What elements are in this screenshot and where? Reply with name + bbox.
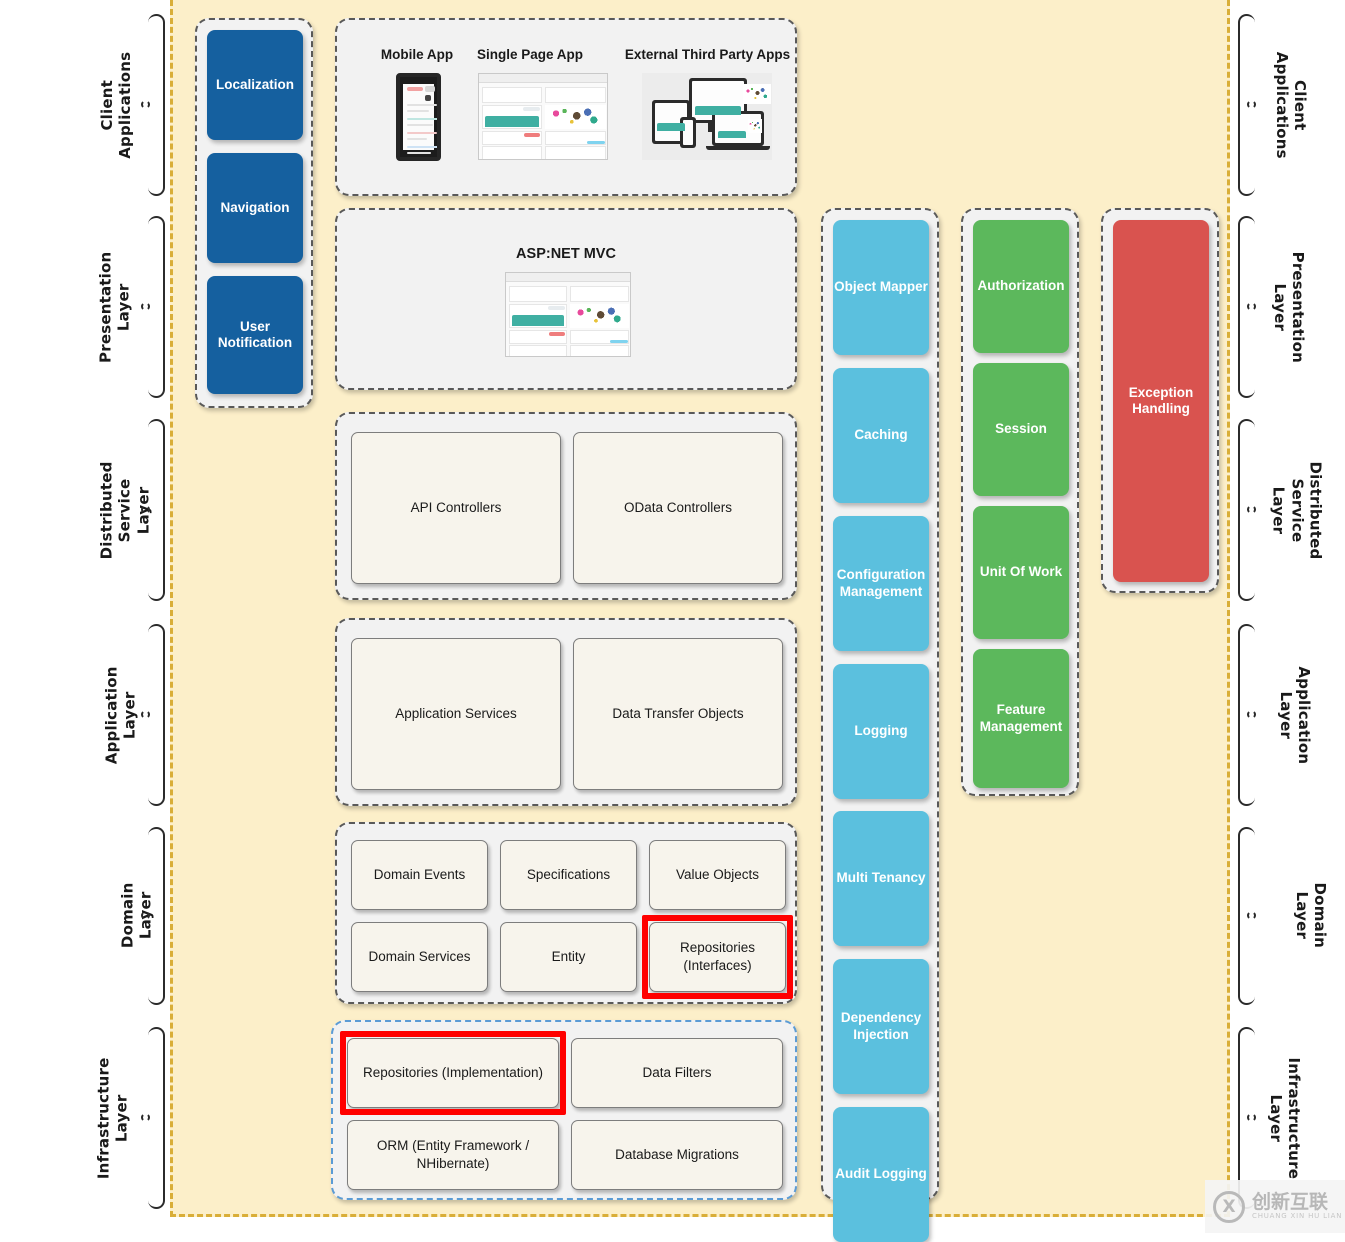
right-label-application-layer-text: Application Layer (1277, 666, 1314, 764)
left-label-application-layer-text: Application Layer (102, 666, 140, 764)
tile-configuration-management[interactable]: Configuration Management (833, 516, 929, 651)
left-brace-client-applications (148, 14, 165, 196)
watermark-pinyin-text: CHUANG XIN HU LIAN (1252, 1212, 1343, 1221)
watermark-logo-icon: X (1213, 1190, 1245, 1223)
right-label-infrastructure-layer-text: Infrastructure Layer (1267, 1057, 1304, 1179)
tile-authorization[interactable]: Authorization (973, 220, 1069, 353)
exception-handling-group: Exception Handling (1101, 208, 1219, 593)
tile-caching[interactable]: Caching (833, 368, 929, 503)
right-label-presentation-layer-text: Presentation Layer (1270, 251, 1307, 363)
left-brace-nub-presentation-layer (141, 302, 150, 311)
right-label-distributed-service-layer: Distributed Service Layer (1256, 415, 1345, 605)
box-orm[interactable]: ORM (Entity Framework / NHibernate) (347, 1120, 559, 1190)
box-value-objects[interactable]: Value Objects (649, 840, 786, 910)
left-label-client-applications-text: Client Applications (98, 51, 135, 159)
right-brace-nub-domain-layer (1247, 911, 1256, 920)
left-brace-domain-layer (148, 827, 165, 1005)
left-brace-nub-application-layer (141, 710, 150, 719)
right-brace-nub-presentation-layer (1247, 302, 1256, 311)
left-brace-nub-distributed-service-layer (141, 505, 150, 514)
box-domain-services[interactable]: Domain Services (351, 922, 488, 992)
right-brace-nub-distributed-service-layer (1247, 505, 1256, 514)
domain-layer-group: Domain Events Specifications Value Objec… (335, 822, 797, 1004)
box-data-transfer-objects[interactable]: Data Transfer Objects (573, 638, 783, 790)
site-watermark: X 创新互联 CHUANG XIN HU LIAN (1205, 1180, 1345, 1233)
right-brace-nub-infrastructure-layer (1247, 1113, 1256, 1122)
box-repositories-implementation[interactable]: Repositories (Implementation) (347, 1038, 559, 1108)
tile-exception-handling[interactable]: Exception Handling (1113, 220, 1209, 582)
left-brace-distributed-service-layer (148, 419, 165, 601)
tile-object-mapper[interactable]: Object Mapper (833, 220, 929, 355)
left-brace-nub-client-applications (141, 100, 150, 109)
tile-unit-of-work[interactable]: Unit Of Work (973, 506, 1069, 639)
box-data-filters[interactable]: Data Filters (571, 1038, 783, 1108)
architecture-canvas: Localization Navigation User Notificatio… (170, 0, 1230, 1242)
security-concerns-group: Authorization Session Unit Of Work Featu… (961, 208, 1079, 796)
presentation-title: ASP:NET MVC (516, 246, 616, 262)
client-applications-group: Mobile App Single Page App External Thir… (335, 18, 797, 196)
box-application-services[interactable]: Application Services (351, 638, 561, 790)
right-brace-nub-application-layer (1247, 710, 1256, 719)
watermark-chinese-text: 创新互联 (1252, 1190, 1329, 1213)
right-label-presentation-layer: Presentation Layer (1258, 212, 1344, 402)
right-label-distributed-service-layer-text: Distributed Service Layer (1269, 461, 1325, 559)
box-repositories-interfaces[interactable]: Repositories (Interfaces) (649, 922, 786, 992)
right-label-client-applications-text: Client Applications (1272, 51, 1309, 159)
box-specifications[interactable]: Specifications (500, 840, 637, 910)
device-phone-icon (680, 117, 696, 148)
tile-session[interactable]: Session (973, 363, 1069, 496)
application-layer-group: Application Services Data Transfer Objec… (335, 618, 797, 806)
thumbnail-single-page-app (478, 73, 608, 160)
right-label-domain-layer: Domain Layer (1258, 823, 1344, 1008)
left-brace-nub-domain-layer (141, 911, 150, 920)
box-odata-controllers[interactable]: OData Controllers (573, 432, 783, 584)
right-label-client-applications: Client Applications (1258, 10, 1344, 200)
infrastructure-layer-group: Repositories (Implementation) Data Filte… (331, 1020, 797, 1200)
left-brace-nub-infrastructure-layer (141, 1113, 150, 1122)
box-domain-events[interactable]: Domain Events (351, 840, 488, 910)
ui-cross-cutting-group: Localization Navigation User Notificatio… (195, 18, 313, 408)
left-brace-presentation-layer (148, 216, 165, 398)
box-entity[interactable]: Entity (500, 922, 637, 992)
box-database-migrations[interactable]: Database Migrations (571, 1120, 783, 1190)
tile-logging[interactable]: Logging (833, 664, 929, 799)
presentation-group: ASP:NET MVC (335, 208, 797, 390)
thumbnail-mobile-app (396, 73, 441, 161)
right-layer-label-column: Client Applications Presentation Layer D… (1230, 0, 1345, 1233)
left-layer-label-column: Client Applications Presentation Layer D… (0, 0, 170, 1233)
left-brace-application-layer (148, 624, 165, 806)
tile-audit-logging[interactable]: Audit Logging (833, 1107, 929, 1242)
infrastructure-concerns-group: Object Mapper Caching Configuration Mana… (821, 208, 939, 1242)
thumbnail-external-third-party-apps (642, 73, 772, 160)
left-label-presentation-layer-text: Presentation Layer (96, 251, 133, 363)
thumbnail-aspnet-mvc (505, 272, 631, 357)
right-brace-nub-client-applications (1247, 100, 1256, 109)
left-label-infrastructure-layer-text: Infrastructure Layer (94, 1057, 132, 1179)
distributed-service-group: API Controllers OData Controllers (335, 412, 797, 600)
tile-feature-management[interactable]: Feature Management (973, 649, 1069, 788)
right-label-application-layer: Application Layer (1258, 620, 1344, 810)
tile-multi-tenancy[interactable]: Multi Tenancy (833, 811, 929, 946)
tile-navigation[interactable]: Navigation (207, 153, 303, 263)
device-laptop-base-icon (706, 146, 770, 150)
left-brace-infrastructure-layer (148, 1027, 165, 1209)
tile-user-notification[interactable]: User Notification (207, 276, 303, 394)
box-api-controllers[interactable]: API Controllers (351, 432, 561, 584)
right-label-domain-layer-text: Domain Layer (1293, 882, 1330, 949)
tile-dependency-injection[interactable]: Dependency Injection (833, 959, 929, 1094)
caption-single-page-app: Single Page App (476, 47, 584, 62)
caption-external-third-party-apps: External Third Party Apps (624, 47, 791, 62)
tile-localization[interactable]: Localization (207, 30, 303, 140)
